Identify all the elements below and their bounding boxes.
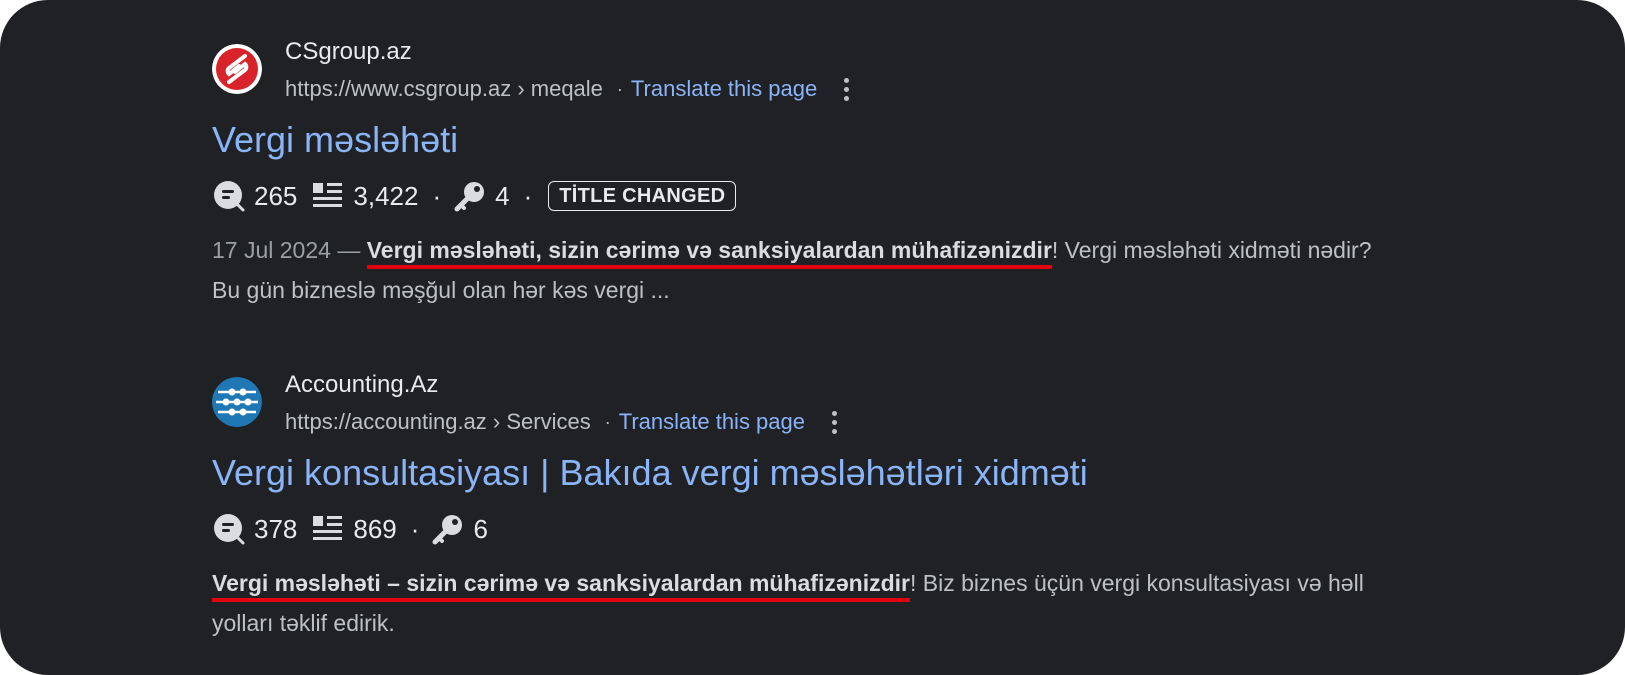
- stat-separator: ·: [410, 513, 420, 544]
- stat-separator: ·: [523, 180, 533, 211]
- url-separator: ·: [604, 411, 611, 432]
- search-result: CSgroup.az https://www.csgroup.az › meqa…: [212, 34, 1412, 310]
- stat-separator: ·: [432, 180, 442, 211]
- accounting-favicon-icon[interactable]: [212, 377, 262, 427]
- highlighted-phrase: Vergi məsləhəti, sizin cərimə və sanksiy…: [366, 237, 1052, 269]
- site-name[interactable]: Accounting.Az: [285, 371, 438, 399]
- keywords-count: 6: [473, 513, 488, 544]
- translate-link[interactable]: Translate this page: [631, 76, 817, 102]
- comments-count: 378: [254, 513, 298, 544]
- key-icon: [453, 179, 487, 213]
- seo-stats: 265 3,422 · 4 · TİTLE CHANGED: [212, 176, 1412, 216]
- comments-count: 265: [254, 180, 298, 211]
- result-snippet: Vergi məsləhəti – sizin cərimə və sanksi…: [212, 563, 1392, 643]
- result-title-link[interactable]: Vergi məsləhəti: [212, 118, 1412, 162]
- result-date: 17 Jul 2024 —: [212, 237, 361, 263]
- search-result: Accounting.Az https://accounting.az › Se…: [212, 367, 1412, 643]
- word-count-icon: [311, 179, 345, 213]
- seo-stats: 378 869 · 6: [212, 509, 1412, 549]
- result-title-link[interactable]: Vergi konsultasiyası | Bakıda vergi məsl…: [212, 451, 1412, 495]
- site-name[interactable]: CSgroup.az: [285, 38, 412, 66]
- result-url[interactable]: https://www.csgroup.az › meqale: [285, 76, 603, 102]
- search-results-panel: CSgroup.az https://www.csgroup.az › meqa…: [0, 0, 1625, 675]
- result-snippet: 17 Jul 2024 — Vergi məsləhəti, sizin cər…: [212, 230, 1392, 310]
- translate-link[interactable]: Translate this page: [619, 409, 805, 435]
- url-line: https://www.csgroup.az › meqale · Transl…: [285, 76, 851, 102]
- title-changed-badge: TİTLE CHANGED: [548, 181, 737, 211]
- highlighted-phrase: Vergi məsləhəti – sizin cərimə və sanksi…: [212, 570, 910, 602]
- word-count-icon: [311, 512, 345, 546]
- keywords-count: 4: [495, 180, 510, 211]
- comment-search-icon: [212, 179, 246, 213]
- result-url[interactable]: https://accounting.az › Services: [285, 409, 591, 435]
- key-icon: [431, 512, 465, 546]
- more-options-icon[interactable]: [829, 410, 839, 434]
- comment-search-icon: [212, 512, 246, 546]
- url-line: https://accounting.az › Services · Trans…: [285, 409, 839, 435]
- words-count: 3,422: [353, 180, 419, 211]
- result-source: CSgroup.az https://www.csgroup.az › meqa…: [212, 34, 1412, 101]
- csgroup-favicon-icon[interactable]: [212, 44, 262, 94]
- words-count: 869: [353, 513, 397, 544]
- result-source: Accounting.Az https://accounting.az › Se…: [212, 367, 1412, 434]
- more-options-icon[interactable]: [841, 77, 851, 101]
- url-separator: ·: [616, 78, 623, 99]
